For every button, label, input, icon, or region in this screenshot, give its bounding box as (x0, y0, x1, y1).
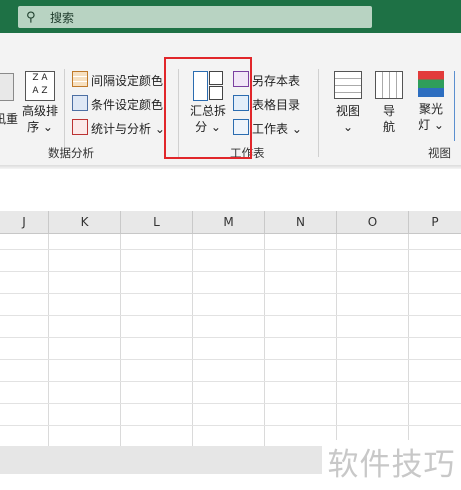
partial-button-icon (0, 73, 14, 101)
column-header-j[interactable]: J (0, 211, 49, 233)
partial-ribbon-button[interactable]: 凪重 (0, 73, 18, 127)
worksheet-menu-label: 工作表 ⌄ (252, 122, 302, 136)
navigation-label-2: 航 (382, 120, 395, 134)
view-icon (334, 71, 362, 99)
search-placeholder: 搜索 (50, 10, 75, 25)
spotlight-button[interactable]: 聚光 灯 ⌄ (412, 71, 450, 133)
advanced-sort-button[interactable]: Z AA Z 高级排 序 ⌄ (20, 71, 60, 135)
interval-color-button[interactable]: 间隔设定颜色 (72, 71, 163, 89)
interval-color-label: 间隔设定颜色 (91, 74, 164, 88)
stats-analysis-label: 统计与分析 ⌄ (91, 122, 165, 136)
spotlight-label-2: 灯 ⌄ (418, 118, 444, 132)
highlight-box (164, 57, 252, 159)
condition-grid-icon (72, 95, 88, 111)
column-header-o[interactable]: O (337, 211, 409, 233)
separator (318, 69, 319, 157)
advanced-sort-label-2: 序 ⌄ (27, 120, 53, 134)
stats-icon (72, 119, 88, 135)
search-box[interactable]: ⚲ 搜索 (18, 6, 372, 28)
partial-button-label: 凪重 (0, 112, 19, 126)
separator (64, 69, 65, 157)
stats-analysis-button[interactable]: 统计与分析 ⌄ (72, 119, 165, 137)
watermark: 软件技巧 (322, 440, 461, 490)
search-icon: ⚲ (26, 9, 36, 25)
view-button[interactable]: 视图 ⌄ (330, 71, 366, 135)
spotlight-icon (418, 71, 444, 97)
navigation-button[interactable]: 导 航 (372, 71, 406, 135)
view-label-2: ⌄ (342, 120, 354, 134)
title-bar: ⚲ 搜索 (0, 0, 461, 33)
ribbon-shadow (0, 165, 461, 169)
column-header-k[interactable]: K (49, 211, 121, 233)
condition-color-button[interactable]: 条件设定颜色 (72, 95, 163, 113)
partial-view-icons (454, 71, 461, 141)
column-header-row: J K L M N O P (0, 211, 461, 234)
save-as-sheet-label: 另存本表 (252, 74, 301, 88)
advanced-sort-label-1: 高级排 (21, 104, 58, 118)
table-grid-icon (72, 71, 88, 87)
column-header-m[interactable]: M (193, 211, 265, 233)
column-header-p[interactable]: P (409, 211, 461, 233)
table-directory-label: 表格目录 (252, 98, 301, 112)
navigation-label-1: 导 (382, 104, 395, 118)
column-header-l[interactable]: L (121, 211, 193, 233)
navigation-icon (375, 71, 403, 99)
sort-az-icon: Z AA Z (25, 71, 55, 101)
column-header-n[interactable]: N (265, 211, 337, 233)
spotlight-label-1: 聚光 (418, 102, 443, 116)
group-label-view: 视图 (428, 146, 451, 160)
condition-color-label: 条件设定颜色 (91, 98, 164, 112)
view-label-1: 视图 (335, 104, 360, 118)
cell-grid[interactable] (0, 234, 461, 446)
group-label-data-analysis: 数据分析 (48, 146, 94, 160)
formula-bar[interactable] (0, 175, 461, 201)
